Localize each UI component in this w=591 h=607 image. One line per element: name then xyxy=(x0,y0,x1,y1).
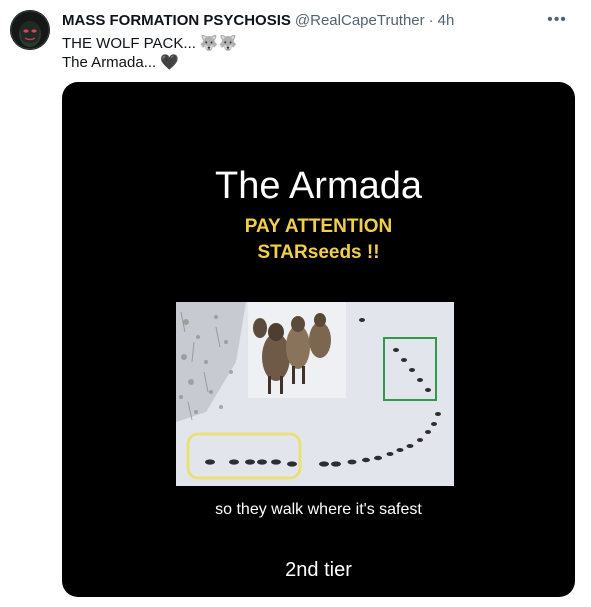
video-player[interactable]: The Armada PAY ATTENTION STARseeds !! so… xyxy=(62,82,575,597)
tweet-text: The Armada... xyxy=(62,53,157,71)
video-caption: so they walk where it's safest xyxy=(215,501,422,518)
wolf-pack-photo xyxy=(176,302,454,486)
tweet-text-line1: THE WOLF PACK... 🐺🐺 xyxy=(62,34,238,53)
video-tier-label: 2nd tier xyxy=(285,559,352,581)
timestamp[interactable]: 4h xyxy=(438,12,455,29)
tweet-text-line2: The Armada... 🖤 xyxy=(62,53,179,72)
avatar[interactable] xyxy=(10,10,50,50)
video-subtitle: PAY ATTENTION xyxy=(244,216,393,237)
black-heart-emoji: 🖤 xyxy=(160,54,179,71)
tweet-header: MASS FORMATION PSYCHOSIS @RealCapeTruthe… xyxy=(62,10,571,30)
wolf-emoji: 🐺🐺 xyxy=(199,35,238,52)
author-handle[interactable]: @RealCapeTruther xyxy=(295,12,425,29)
tweet[interactable]: MASS FORMATION PSYCHOSIS @RealCapeTruthe… xyxy=(0,0,591,607)
separator-dot: · xyxy=(428,11,434,29)
tweet-text: THE WOLF PACK... xyxy=(62,34,196,52)
video-subtitle: STARseeds !! xyxy=(257,242,380,263)
author-name[interactable]: MASS FORMATION PSYCHOSIS xyxy=(62,12,291,29)
more-options-icon[interactable]: ••• xyxy=(543,6,571,34)
video-title: The Armada xyxy=(215,165,422,207)
avatar-image xyxy=(10,10,50,50)
